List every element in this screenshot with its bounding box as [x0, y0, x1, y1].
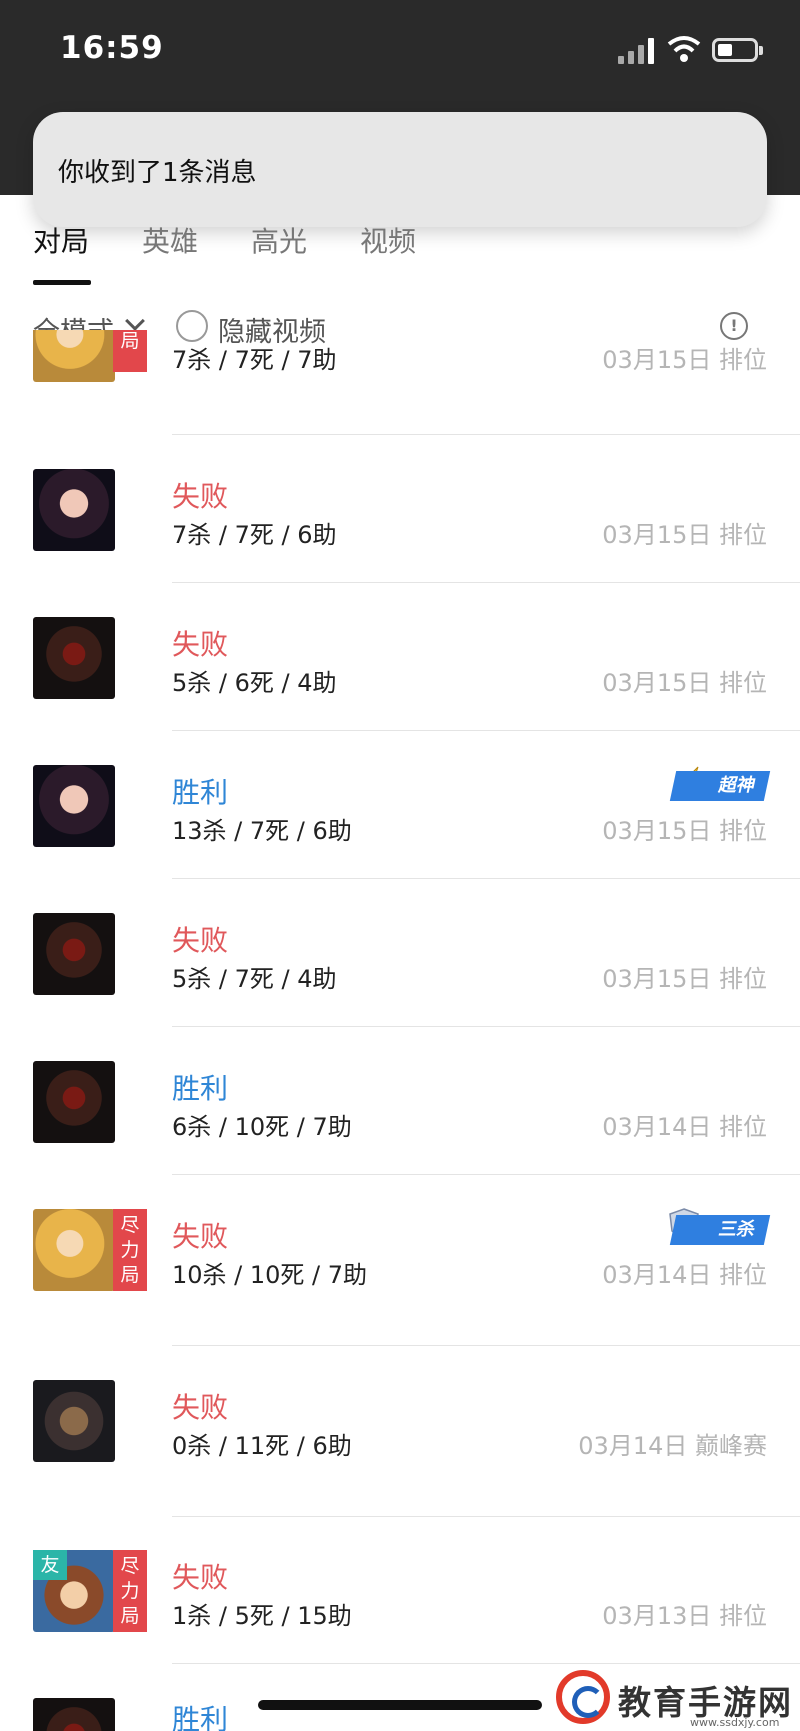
- chevron-down-icon[interactable]: [125, 311, 145, 331]
- notification-banner[interactable]: 你收到了1条消息: [33, 112, 767, 227]
- hero-avatar: [33, 1380, 115, 1462]
- watermark-logo-icon: [556, 1670, 610, 1724]
- tab-bar: 对局 英雄 高光 视频: [0, 220, 800, 286]
- row-divider: [172, 1174, 800, 1175]
- hero-avatar: [33, 765, 115, 847]
- match-result: 胜利: [172, 776, 229, 809]
- match-date-mode: 03月15日 排位: [602, 346, 767, 374]
- triple-kill-badge: 三杀: [669, 1215, 771, 1245]
- kda-text: 1杀 / 5死 / 15助: [172, 1602, 352, 1630]
- status-time: 16:59: [60, 30, 164, 66]
- row-divider: [172, 1026, 800, 1027]
- match-date-mode: 03月15日 排位: [602, 817, 767, 845]
- kda-text: 5杀 / 7死 / 4助: [172, 965, 337, 993]
- match-date-mode: 03月14日 排位: [602, 1261, 767, 1289]
- effort-tag: 尽力局: [113, 1209, 147, 1291]
- tab-heroes[interactable]: 英雄: [142, 220, 198, 260]
- kda-text: 0杀 / 11死 / 6助: [172, 1432, 352, 1460]
- row-divider: [172, 582, 800, 583]
- kda-text: 10杀 / 10死 / 7助: [172, 1261, 368, 1289]
- hero-avatar: [33, 469, 115, 551]
- match-result: 胜利: [172, 1072, 229, 1105]
- kda-text: 7杀 / 7死 / 6助: [172, 521, 337, 549]
- match-result: 失败: [172, 1561, 229, 1594]
- cellular-signal-icon: [618, 38, 658, 64]
- row-divider: [172, 434, 800, 435]
- row-divider: [172, 1663, 800, 1664]
- legendary-badge: 超神: [669, 771, 771, 801]
- hero-avatar: [33, 1209, 115, 1291]
- friend-tag: 友: [33, 1550, 67, 1580]
- kda-text: 13杀 / 7死 / 6助: [172, 817, 352, 845]
- tab-videos[interactable]: 视频: [360, 220, 416, 260]
- kda-text: 5杀 / 6死 / 4助: [172, 669, 337, 697]
- notification-text: 你收到了1条消息: [58, 158, 257, 188]
- kda-text: 6杀 / 10死 / 7助: [172, 1113, 352, 1141]
- kda-text: 7杀 / 7死 / 7助: [172, 346, 337, 374]
- match-date-mode: 03月14日 巅峰赛: [578, 1432, 767, 1460]
- row-divider: [172, 878, 800, 879]
- row-divider: [172, 1345, 800, 1346]
- match-date-mode: 03月15日 排位: [602, 669, 767, 697]
- match-list: 力局 7杀 / 7死 / 7助 03月15日 排位 失败 7杀 / 7死 / 6…: [0, 330, 800, 1731]
- battery-icon: [712, 38, 763, 62]
- match-result: 失败: [172, 924, 229, 957]
- tab-highlights[interactable]: 高光: [251, 220, 307, 260]
- active-tab-indicator: [33, 280, 91, 285]
- match-date-mode: 03月15日 排位: [602, 965, 767, 993]
- match-date-mode: 03月14日 排位: [602, 1113, 767, 1141]
- match-result: 胜利: [172, 1703, 229, 1731]
- match-date-mode: 03月13日 排位: [602, 1602, 767, 1630]
- match-result: 失败: [172, 1220, 229, 1253]
- hero-avatar: [33, 913, 115, 995]
- hero-avatar: [33, 617, 115, 699]
- watermark-url: www.ssdxjy.com: [690, 1716, 780, 1729]
- match-date-mode: 03月15日 排位: [602, 521, 767, 549]
- effort-tag: 力局: [113, 330, 147, 372]
- hero-avatar: [33, 1061, 115, 1143]
- match-result: 失败: [172, 480, 229, 513]
- match-result: 失败: [172, 1391, 229, 1424]
- effort-tag: 尽力局: [113, 1550, 147, 1632]
- home-indicator[interactable]: [258, 1700, 542, 1710]
- match-result: 失败: [172, 628, 229, 661]
- hero-avatar: [33, 1698, 115, 1731]
- wifi-icon: [667, 36, 701, 62]
- tab-matches[interactable]: 对局: [33, 220, 89, 260]
- row-divider: [172, 730, 800, 731]
- hero-avatar: [33, 330, 115, 382]
- row-divider: [172, 1516, 800, 1517]
